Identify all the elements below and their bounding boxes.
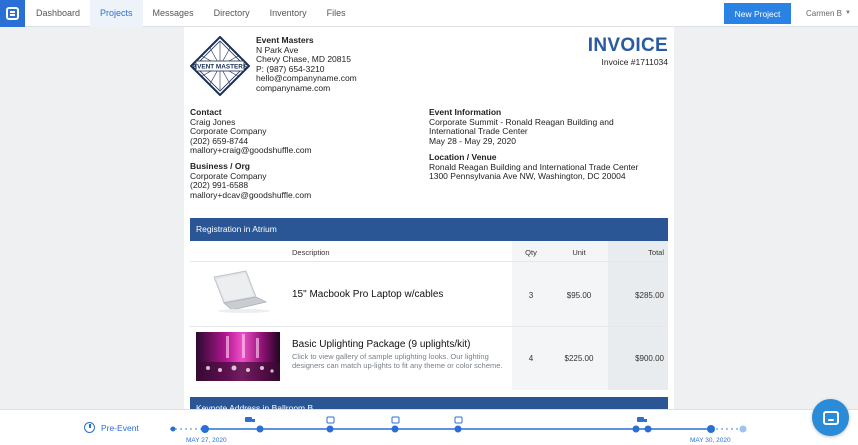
user-name: Carmen B [806, 9, 843, 18]
total-column-bg [608, 241, 668, 390]
nav-inventory[interactable]: Inventory [260, 0, 317, 27]
business-email: mallory+dcav@goodshuffle.com [190, 189, 312, 200]
laptop-image[interactable] [196, 269, 278, 315]
goodshuffle-logo-icon [6, 7, 19, 20]
invoice-number: Invoice #1711034 [601, 57, 668, 67]
section-header-registration: Registration in Atrium [190, 218, 668, 241]
event-timeline: Pre-Event MAY 27, 2020 MAY 30, 2020 [0, 409, 858, 445]
column-header-total: Total [648, 248, 664, 257]
contact-block: Contact Craig Jones Corporate Company (2… [190, 107, 312, 156]
new-project-button[interactable]: New Project [724, 3, 791, 24]
venue-block: Location / Venue Ronald Reagan Building … [429, 152, 638, 182]
venue-line2: 1300 Pennsylvania Ave NW, Washington, DC… [429, 171, 626, 182]
timeline-end-date: MAY 30, 2020 [690, 437, 731, 444]
nav-dashboard[interactable]: Dashboard [26, 0, 90, 27]
item-total-uplighting: $900.00 [635, 354, 664, 363]
item-total-laptop: $285.00 [635, 291, 664, 300]
item-description-uplighting[interactable]: Click to view gallery of sample uplighti… [292, 352, 508, 370]
chat-icon [822, 410, 839, 425]
uplighting-image[interactable] [196, 332, 280, 381]
user-menu[interactable]: Carmen B ▼ [806, 0, 851, 27]
top-navigation-bar: Dashboard Projects Messages Directory In… [0, 0, 858, 27]
truck-icon [637, 417, 647, 422]
svg-text:EVENT MASTERS: EVENT MASTERS [193, 64, 248, 71]
invoice-title: INVOICE [587, 35, 668, 56]
column-header-qty: Qty [525, 248, 537, 257]
item-unit-laptop: $95.00 [566, 291, 592, 300]
chat-launcher-button[interactable] [812, 399, 849, 436]
company-website: companyname.com [256, 82, 331, 93]
company-address: Event Masters N Park Ave Chevy Chase, MD… [256, 35, 357, 94]
nav-projects[interactable]: Projects [90, 0, 143, 27]
column-header-unit: Unit [572, 248, 586, 257]
company-logo: EVENT MASTERS [190, 36, 250, 96]
nav-directory[interactable]: Directory [204, 0, 260, 27]
timeline-start-date: MAY 27, 2020 [186, 437, 227, 444]
item-qty-laptop: 3 [528, 291, 534, 300]
item-title-uplighting[interactable]: Basic Uplighting Package (9 uplights/kit… [292, 339, 470, 350]
nav-messages[interactable]: Messages [143, 0, 204, 27]
item-qty-uplighting: 4 [528, 354, 534, 363]
column-header-description: Description [292, 248, 330, 257]
row-divider [190, 261, 668, 262]
calendar-icon [326, 416, 335, 424]
contact-email: mallory+craig@goodshuffle.com [190, 145, 312, 156]
unit-column-bg [550, 241, 608, 390]
event-dates: May 28 - May 29, 2020 [429, 135, 516, 146]
truck-icon [245, 417, 255, 422]
business-block: Business / Org Corporate Company (202) 9… [190, 161, 312, 200]
nav-files[interactable]: Files [317, 0, 356, 27]
event-info-block: Event Information Corporate Summit - Ron… [429, 107, 614, 146]
qty-column-bg [512, 241, 550, 390]
calendar-icon [454, 416, 463, 424]
main-nav: Dashboard Projects Messages Directory In… [26, 0, 356, 27]
row-divider [190, 326, 668, 327]
item-title-laptop[interactable]: 15" Macbook Pro Laptop w/cables [292, 289, 443, 300]
app-logo[interactable] [0, 0, 25, 27]
section-header-keynote: Keynote Address in Ballroom B [190, 397, 668, 409]
invoice-document: EVENT MASTERS Event Masters N Park Ave C… [184, 27, 674, 409]
calendar-icon [391, 416, 400, 424]
item-unit-uplighting: $225.00 [564, 354, 594, 363]
chevron-down-icon: ▼ [845, 10, 851, 16]
